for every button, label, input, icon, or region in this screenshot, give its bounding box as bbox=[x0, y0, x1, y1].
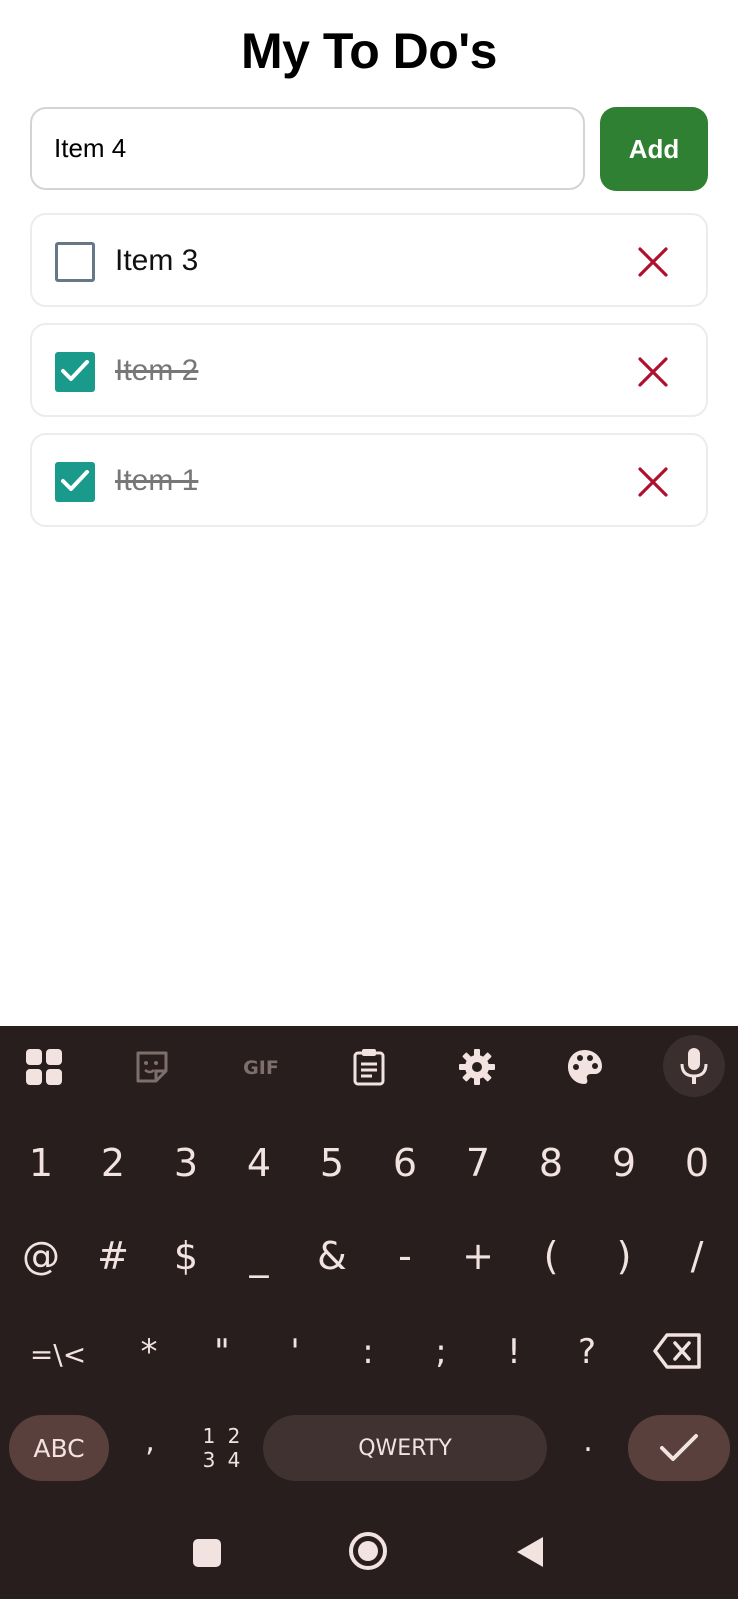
checkbox[interactable] bbox=[55, 242, 95, 282]
sticker-icon[interactable] bbox=[127, 1042, 177, 1092]
checkbox-checked[interactable] bbox=[55, 462, 95, 502]
numpad-key-label: 1 2 bbox=[202, 1424, 244, 1448]
system-navbar bbox=[0, 1526, 738, 1599]
key[interactable]: 4 bbox=[229, 1141, 289, 1185]
todo-app: My To Do's Add Item 3 Item 2 Item 1 bbox=[0, 0, 738, 1026]
todo-item: Item 1 bbox=[30, 433, 708, 527]
key[interactable]: 2 bbox=[83, 1141, 143, 1185]
todo-label: Item 2 bbox=[115, 354, 199, 387]
key[interactable]: ) bbox=[594, 1234, 654, 1278]
mic-icon[interactable] bbox=[663, 1035, 725, 1097]
key[interactable]: & bbox=[302, 1234, 362, 1278]
key[interactable]: : bbox=[338, 1332, 398, 1372]
key[interactable]: @ bbox=[11, 1234, 71, 1278]
period-key[interactable]: . bbox=[573, 1424, 603, 1459]
space-key[interactable]: QWERTY bbox=[263, 1415, 547, 1481]
gif-icon[interactable]: GIF bbox=[236, 1042, 286, 1092]
checkbox-checked[interactable] bbox=[55, 352, 95, 392]
home-icon[interactable] bbox=[348, 1531, 388, 1576]
key[interactable]: $ bbox=[156, 1234, 216, 1278]
numpad-key-label: 3 4 bbox=[202, 1448, 244, 1472]
key[interactable]: 7 bbox=[448, 1141, 508, 1185]
key[interactable]: ? bbox=[557, 1332, 617, 1372]
delete-icon[interactable] bbox=[636, 355, 670, 389]
svg-text:GIF: GIF bbox=[243, 1057, 279, 1079]
todo-item: Item 3 bbox=[30, 213, 708, 307]
enter-key[interactable] bbox=[628, 1415, 730, 1481]
backspace-icon[interactable] bbox=[650, 1332, 706, 1379]
key[interactable]: _ bbox=[229, 1234, 289, 1278]
add-todo-row: Add bbox=[30, 107, 708, 191]
key[interactable]: ( bbox=[521, 1234, 581, 1278]
numpad-key[interactable]: 1 2 3 4 bbox=[198, 1424, 248, 1472]
abc-key[interactable]: ABC bbox=[9, 1415, 109, 1481]
back-icon[interactable] bbox=[515, 1535, 545, 1574]
delete-icon[interactable] bbox=[636, 245, 670, 279]
key[interactable]: " bbox=[192, 1332, 252, 1372]
key[interactable]: / bbox=[667, 1234, 727, 1278]
todo-list: Item 3 Item 2 Item 1 bbox=[30, 213, 708, 543]
key[interactable]: ' bbox=[265, 1332, 325, 1372]
check-icon bbox=[660, 1434, 698, 1461]
gear-icon[interactable] bbox=[452, 1042, 502, 1092]
key[interactable]: + bbox=[448, 1234, 508, 1278]
keyboard-toolbar: GIF bbox=[0, 1026, 738, 1106]
key[interactable]: 6 bbox=[375, 1141, 435, 1185]
key[interactable]: =\< bbox=[22, 1338, 94, 1371]
todo-item: Item 2 bbox=[30, 323, 708, 417]
key[interactable]: 8 bbox=[521, 1141, 581, 1185]
key[interactable]: 3 bbox=[156, 1141, 216, 1185]
key[interactable]: - bbox=[375, 1234, 435, 1278]
key[interactable]: 0 bbox=[667, 1141, 727, 1185]
palette-icon[interactable] bbox=[560, 1042, 610, 1092]
key[interactable]: 5 bbox=[302, 1141, 362, 1185]
delete-icon[interactable] bbox=[636, 465, 670, 499]
recents-icon[interactable] bbox=[192, 1538, 222, 1573]
soft-keyboard: GIF 1 2 3 4 5 6 7 8 9 0 @ # $ _ & - + ( bbox=[0, 1026, 738, 1599]
todo-label: Item 1 bbox=[115, 464, 199, 497]
comma-key[interactable]: , bbox=[135, 1424, 165, 1459]
key[interactable]: # bbox=[83, 1234, 143, 1278]
key[interactable]: ; bbox=[411, 1332, 471, 1372]
key[interactable]: 9 bbox=[594, 1141, 654, 1185]
clipboard-icon[interactable] bbox=[344, 1042, 394, 1092]
key[interactable]: * bbox=[119, 1332, 179, 1372]
key[interactable]: 1 bbox=[11, 1141, 71, 1185]
add-button[interactable]: Add bbox=[600, 107, 708, 191]
todo-input[interactable] bbox=[30, 107, 585, 190]
key[interactable]: ! bbox=[484, 1332, 544, 1372]
page-title: My To Do's bbox=[241, 23, 497, 79]
todo-label: Item 3 bbox=[115, 244, 199, 277]
apps-icon[interactable] bbox=[19, 1042, 69, 1092]
